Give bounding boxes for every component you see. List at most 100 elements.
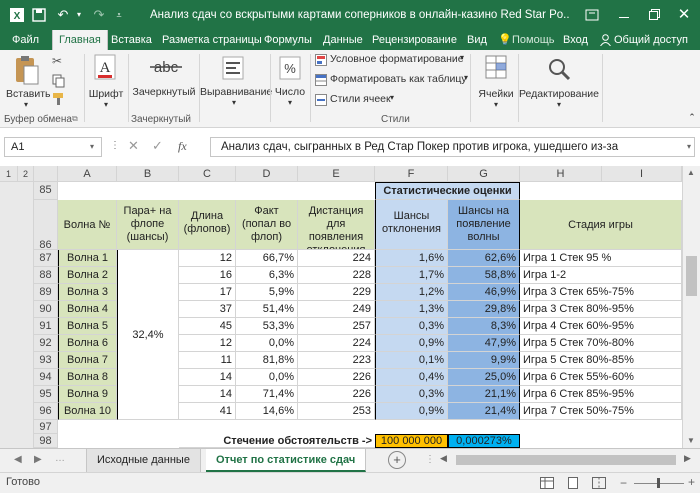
cells-button[interactable]: Ячейки [474, 88, 518, 100]
name-box[interactable]: A1 [4, 137, 102, 157]
column-header-i[interactable]: I [602, 166, 682, 182]
row-header[interactable]: 87 [34, 250, 58, 267]
font-icon[interactable]: A [94, 54, 116, 82]
paste-button[interactable]: Вставить [6, 88, 51, 100]
cell-deviation[interactable]: 0,9% [375, 403, 448, 420]
cell-fact[interactable]: 14,6% [236, 403, 298, 420]
cell-distance[interactable]: 249 [298, 301, 375, 318]
next-sheet-icon[interactable]: ▶ [34, 454, 42, 465]
column-header-c[interactable]: C [179, 166, 236, 182]
cell-length[interactable]: 12 [179, 335, 236, 352]
tab-insert[interactable]: Вставка [111, 30, 152, 50]
cell-fact[interactable]: 6,3% [236, 267, 298, 284]
cell-distance[interactable]: 223 [298, 352, 375, 369]
cancel-icon[interactable]: ✕ [128, 138, 139, 154]
paste-icon[interactable] [12, 54, 40, 86]
cell-stage[interactable]: Игра 1 Стек 95 % [520, 250, 682, 267]
hscroll-left-icon[interactable]: ◀ [440, 453, 447, 464]
cell-length[interactable]: 12 [179, 250, 236, 267]
formula-input[interactable]: Анализ сдач, сыгранных в Ред Стар Покер … [210, 137, 695, 157]
cell-deviation[interactable]: 0,3% [375, 318, 448, 335]
paste-dropdown-icon[interactable]: ▾ [20, 100, 32, 109]
zoom-slider-thumb[interactable] [657, 478, 660, 488]
cell-length[interactable]: 11 [179, 352, 236, 369]
save-icon[interactable] [30, 0, 48, 30]
scroll-down-icon[interactable]: ▼ [687, 436, 695, 445]
expand-formula-icon[interactable]: ▾ [687, 142, 691, 151]
scroll-up-icon[interactable]: ▲ [687, 168, 695, 177]
tab-data[interactable]: Данные [323, 30, 363, 50]
cut-icon[interactable]: ✂ [52, 54, 66, 68]
cell-wave[interactable]: Волна 10 [58, 403, 117, 420]
cell-chance[interactable]: 21,4% [448, 403, 520, 420]
strikethrough-button[interactable]: Зачеркнутый [129, 86, 199, 98]
cell-stage[interactable]: Игра 3 Стек 80%-95% [520, 301, 682, 318]
column-header-b[interactable]: B [117, 166, 179, 182]
cell-distance[interactable]: 226 [298, 369, 375, 386]
column-header-d[interactable]: D [236, 166, 298, 182]
prev-sheet-icon[interactable]: ◀ [14, 454, 22, 465]
row-header[interactable]: 96 [34, 403, 58, 420]
close-icon[interactable]: ✕ [670, 0, 698, 30]
cell-deviation[interactable]: 1,7% [375, 267, 448, 284]
redo-icon[interactable]: ↷ [90, 0, 108, 30]
cell-wave[interactable]: Волна 1 [58, 250, 117, 267]
horizontal-scroll-thumb[interactable] [456, 455, 676, 465]
copy-icon[interactable] [52, 74, 66, 88]
cell-fact[interactable]: 5,9% [236, 284, 298, 301]
cell-stage[interactable]: Игра 6 Стек 55%-60% [520, 369, 682, 386]
cell-styles-dropdown-icon[interactable]: ▾ [390, 93, 394, 102]
cell-chance[interactable]: 29,8% [448, 301, 520, 318]
cell-stage[interactable]: Игра 5 Стек 80%-85% [520, 352, 682, 369]
cell-deviation[interactable]: 1,3% [375, 301, 448, 318]
cell-chance[interactable]: 58,8% [448, 267, 520, 284]
cell-length[interactable]: 17 [179, 284, 236, 301]
insert-function-icon[interactable]: fx [178, 139, 187, 154]
share-icon[interactable] [600, 30, 611, 50]
hscroll-right-icon[interactable]: ▶ [684, 453, 691, 464]
font-button[interactable]: Шрифт [86, 88, 126, 100]
cell-length[interactable]: 41 [179, 403, 236, 420]
cell-stage[interactable]: Игра 3 Стек 65%-75% [520, 284, 682, 301]
cell-deviation[interactable]: 0,1% [375, 352, 448, 369]
outline-level-1-button[interactable]: 1 [0, 166, 18, 182]
cell-length[interactable]: 14 [179, 369, 236, 386]
cell-length[interactable]: 16 [179, 267, 236, 284]
cell-wave[interactable]: Волна 4 [58, 301, 117, 318]
undo-icon[interactable]: ↶ [54, 0, 72, 30]
cell-stage[interactable]: Игра 1-2 [520, 267, 682, 284]
format-painter-icon[interactable] [52, 92, 66, 106]
alignment-icon[interactable] [222, 56, 244, 80]
minimize-icon[interactable] [610, 0, 638, 30]
conditional-format-button[interactable]: Условное форматирование [330, 53, 464, 65]
row-header-97[interactable]: 97 [34, 420, 58, 434]
cell-distance[interactable]: 253 [298, 403, 375, 420]
cell-distance[interactable]: 226 [298, 386, 375, 403]
row-header[interactable]: 95 [34, 386, 58, 403]
more-sheets-icon[interactable]: … [55, 453, 65, 464]
cell-fact[interactable]: 71,4% [236, 386, 298, 403]
cell-length[interactable]: 37 [179, 301, 236, 318]
format-table-button[interactable]: Форматировать как таблицу [330, 73, 467, 85]
add-sheet-icon[interactable]: + [388, 451, 406, 469]
cell-chance[interactable]: 47,9% [448, 335, 520, 352]
select-all-corner[interactable] [34, 166, 58, 182]
editing-dropdown-icon[interactable]: ▾ [553, 100, 565, 109]
cell-distance[interactable]: 229 [298, 284, 375, 301]
sheet-tab-source[interactable]: Исходные данные [86, 449, 201, 472]
cell-wave[interactable]: Волна 6 [58, 335, 117, 352]
row-header[interactable]: 91 [34, 318, 58, 335]
cell-length[interactable]: 45 [179, 318, 236, 335]
cell-wave[interactable]: Волна 5 [58, 318, 117, 335]
number-button[interactable]: Число [270, 86, 310, 98]
cell-fact[interactable]: 81,8% [236, 352, 298, 369]
spreadsheet-grid[interactable]: 1 2 A B C D E F G H I 85 Статистические … [0, 166, 682, 448]
conditional-format-dropdown-icon[interactable]: ▾ [460, 53, 464, 62]
cell-fact[interactable]: 0,0% [236, 369, 298, 386]
column-header-h[interactable]: H [520, 166, 602, 182]
percent-icon[interactable]: % [279, 56, 301, 80]
enter-icon[interactable]: ✓ [152, 138, 163, 154]
tab-file[interactable]: Файл [12, 30, 39, 50]
alignment-button[interactable]: Выравнивание [200, 86, 272, 98]
normal-view-icon[interactable] [540, 477, 554, 489]
